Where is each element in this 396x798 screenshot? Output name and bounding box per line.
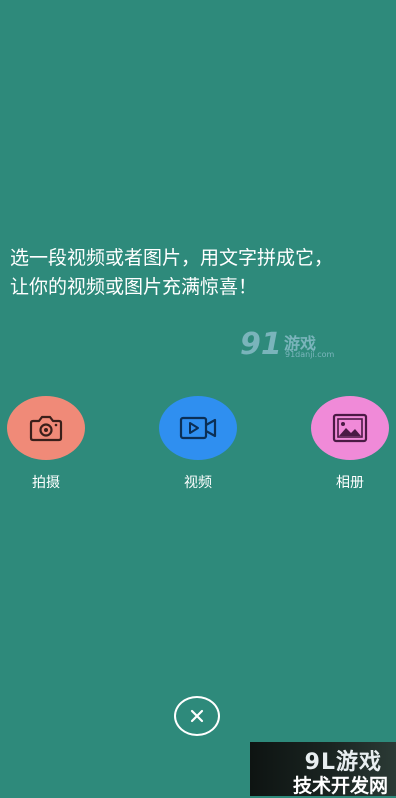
video-button[interactable] — [159, 396, 237, 460]
video-action[interactable]: 视频 — [159, 396, 237, 492]
watermark-logo: 91 游戏 91danji.com — [240, 327, 336, 365]
watermark-number: 91 — [240, 327, 282, 362]
video-label: 视频 — [184, 475, 212, 491]
close-button[interactable] — [174, 696, 220, 736]
album-action[interactable]: 相册 — [311, 396, 389, 492]
intro-text: 选一段视频或者图片，用文字拼成它， 让你的视频或图片充满惊喜！ — [10, 244, 386, 302]
camera-action[interactable]: 拍摄 — [7, 396, 85, 492]
video-icon — [179, 416, 217, 440]
corner-watermark: 9L游戏 技术开发网 — [250, 742, 396, 797]
intro-line-1: 选一段视频或者图片，用文字拼成它， — [10, 247, 334, 269]
image-icon — [332, 413, 368, 443]
album-label: 相册 — [336, 475, 364, 491]
camera-icon — [29, 415, 63, 442]
camera-label: 拍摄 — [32, 475, 60, 491]
intro-line-2: 让你的视频或图片充满惊喜！ — [10, 276, 258, 298]
album-button[interactable] — [311, 396, 389, 460]
watermark-url: 91danji.com — [285, 350, 335, 359]
corner-watermark-bottom: 技术开发网 — [292, 775, 388, 797]
close-icon — [190, 709, 204, 723]
camera-button[interactable] — [7, 396, 85, 460]
